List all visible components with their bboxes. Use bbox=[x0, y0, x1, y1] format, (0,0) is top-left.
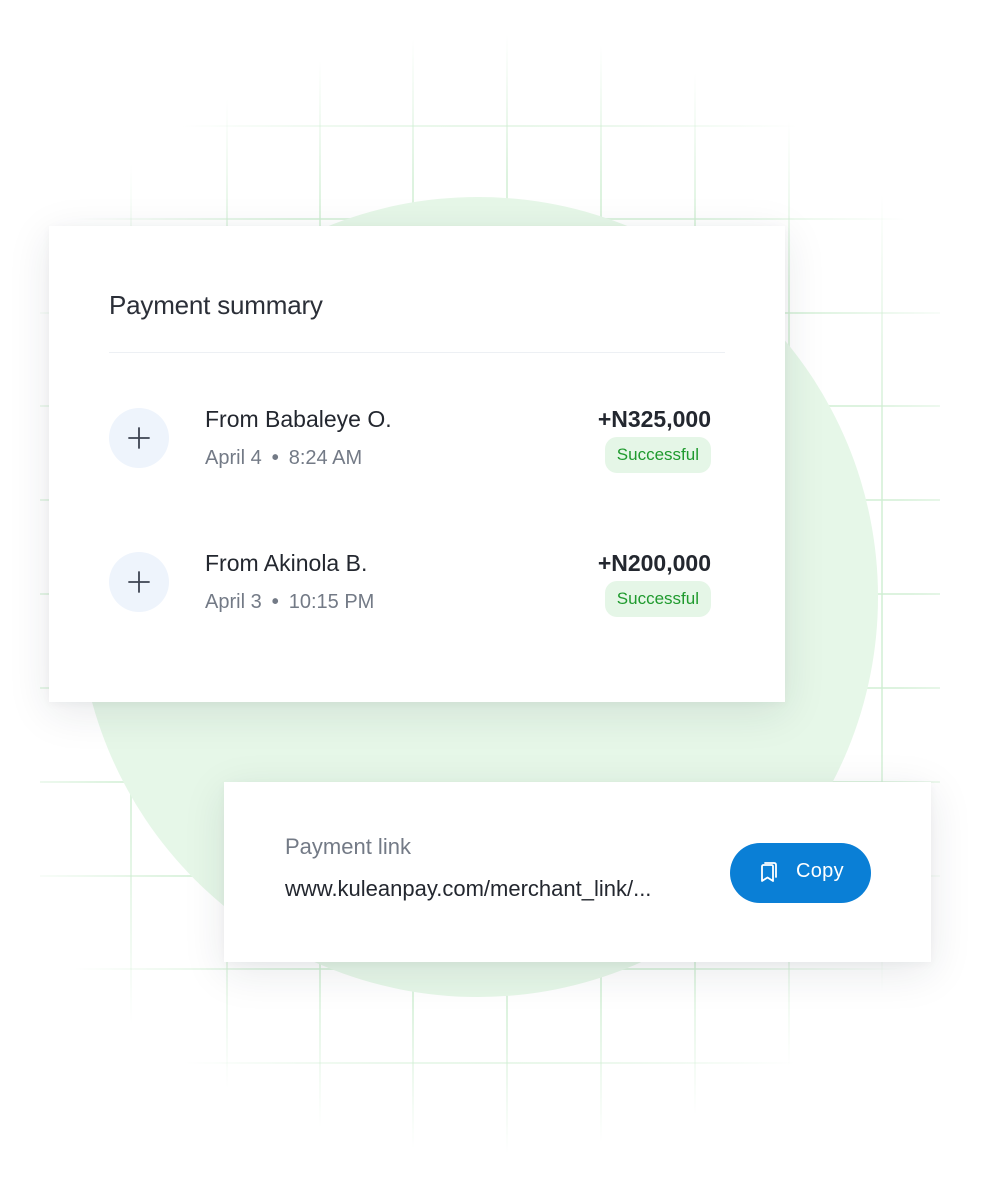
status-badge: Successful bbox=[604, 437, 711, 473]
copy-icon bbox=[761, 862, 777, 882]
transaction-datetime: April 4 • 8:24 AM bbox=[205, 447, 362, 470]
separator-dot: • bbox=[271, 447, 279, 469]
transaction-sender: From Babaleye O. bbox=[205, 406, 392, 432]
status-badge: Successful bbox=[604, 581, 711, 617]
transaction-amount: +N325,000 bbox=[597, 406, 711, 432]
transaction-amount: +N200,000 bbox=[597, 550, 711, 576]
plus-icon[interactable] bbox=[109, 408, 169, 468]
transaction-date: April 3 bbox=[205, 591, 262, 613]
payment-summary-card: Payment summary From Babaleye O. April 4… bbox=[49, 226, 785, 702]
transaction-time: 8:24 AM bbox=[288, 447, 363, 469]
payment-link-label: Payment link bbox=[285, 834, 411, 859]
transaction-row[interactable]: From Akinola B. April 3 • 10:15 PM +N200,0… bbox=[109, 550, 711, 617]
transaction-row[interactable]: From Babaleye O. April 4 • 8:24 AM +N325,0… bbox=[109, 406, 711, 473]
payment-summary-title: Payment summary bbox=[109, 290, 323, 320]
transaction-datetime: April 3 • 10:15 PM bbox=[205, 591, 374, 614]
transaction-sender: From Akinola B. bbox=[205, 550, 368, 576]
payment-link-card: Payment link www.kuleanpay.com/merchant_… bbox=[224, 782, 931, 962]
transaction-date: April 4 bbox=[205, 447, 262, 469]
copy-button-label: Copy bbox=[796, 860, 844, 882]
separator-dot: • bbox=[271, 591, 279, 613]
payment-link-url[interactable]: www.kuleanpay.com/merchant_link/... bbox=[285, 876, 715, 902]
plus-icon[interactable] bbox=[109, 552, 169, 612]
divider bbox=[109, 352, 725, 353]
transaction-time: 10:15 PM bbox=[288, 591, 375, 613]
copy-button[interactable]: Copy bbox=[730, 843, 871, 903]
